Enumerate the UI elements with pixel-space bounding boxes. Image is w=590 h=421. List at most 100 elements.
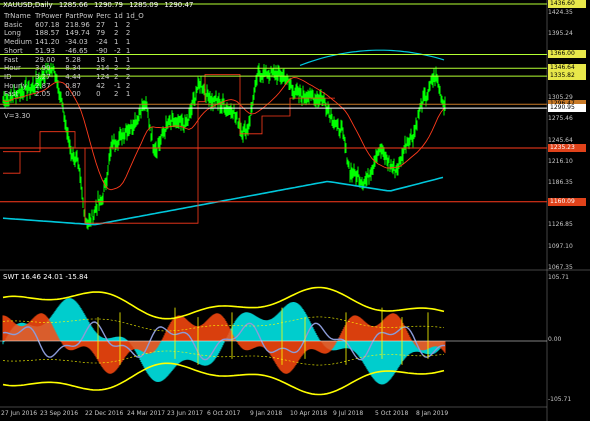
- table-cell: 214: [96, 64, 110, 73]
- close-value: 1290.47: [164, 1, 194, 9]
- date-label: 22 Dec 2016: [85, 410, 124, 417]
- level-tag: 1436.60: [548, 0, 586, 8]
- date-label: 6 Oct 2017: [207, 410, 241, 417]
- table-cell: -1: [113, 81, 121, 90]
- price-label: 1216.10: [548, 157, 573, 165]
- table-cell: 51.93: [35, 46, 56, 55]
- table-cell: 0.87: [65, 81, 81, 90]
- table-cell: 1: [125, 55, 131, 64]
- open-value: 1285.66: [58, 1, 88, 9]
- price-label: 1424.35: [548, 8, 573, 16]
- table-row: Medium 141.20 -34.03 -24 1 1: [4, 38, 147, 47]
- table-cell: 3.27: [35, 72, 51, 81]
- date-label: 24 Mar 2017: [127, 410, 166, 417]
- table-cell: Hour: [4, 64, 21, 73]
- table-row: Hourly 2.87 0.87 42 -1 2: [4, 82, 147, 91]
- table-cell: 2: [113, 29, 119, 38]
- table-cell: TrName: [4, 12, 31, 20]
- osc-min-label: -105.71: [548, 396, 572, 403]
- table-cell: 1: [125, 46, 131, 55]
- table-cell: Hourly: [4, 81, 27, 90]
- table-row: ID 3.27 4.44 124 2 2: [4, 73, 147, 82]
- table-cell: 2.05: [35, 90, 51, 99]
- table-cell: Short: [4, 46, 23, 55]
- table-cell: 2: [125, 64, 131, 73]
- table-cell: 2: [125, 72, 131, 81]
- table-cell: PartPow: [65, 12, 94, 20]
- level-tag: 1366.00: [548, 50, 586, 59]
- price-label: 1275.46: [548, 115, 573, 123]
- table-row: Fast 29.00 5.28 18 1 1: [4, 56, 147, 65]
- table-cell: Medium: [4, 38, 32, 47]
- table-cell: 149.74: [65, 29, 90, 38]
- table-cell: Perc: [96, 12, 111, 20]
- price-label: 1126.85: [548, 221, 573, 229]
- price-label: 1186.35: [548, 178, 573, 186]
- table-cell: 0: [96, 90, 101, 99]
- table-cell: Basic: [4, 20, 23, 29]
- table-cell: -2: [113, 46, 121, 55]
- oscillator-header: SWT 16.46 24.01 -15.84: [3, 273, 88, 281]
- table-cell: -46.65: [65, 46, 88, 55]
- table-cell: 8.34: [65, 64, 81, 73]
- table-cell: 1d_O: [125, 12, 144, 20]
- date-label: 23 Jun 2017: [167, 410, 204, 417]
- high-value: 1290.79: [94, 1, 123, 9]
- trend-power-table: TrName TrPower PartPow Perc 1d 1d_O Basic 607.1…: [4, 12, 147, 99]
- v-value: V=3.30: [4, 112, 31, 120]
- table-cell: 2: [125, 81, 131, 90]
- table-cell: -34.03: [65, 38, 88, 47]
- date-label: 10 Apr 2018: [290, 410, 328, 417]
- table-row: Basic 607.18 218.96 27 1 2: [4, 21, 147, 30]
- price-label: 1395.24: [548, 29, 573, 37]
- osc-zero-label: 0.00: [548, 336, 562, 343]
- table-cell: 29.00: [35, 55, 56, 64]
- level-tag: 1160.09: [548, 197, 586, 206]
- table-cell: 188.57: [35, 29, 60, 38]
- date-label: 8 Jan 2019: [416, 410, 449, 417]
- table-cell: -24: [96, 38, 108, 47]
- price-label: 1067.35: [548, 264, 573, 271]
- table-cell: 1: [125, 90, 131, 99]
- table-cell: 141.20: [35, 38, 60, 47]
- date-label: 9 Jan 2018: [250, 410, 283, 417]
- table-cell: 2.87: [35, 81, 51, 90]
- table-cell: 1: [113, 20, 119, 29]
- table-cell: 124: [96, 72, 110, 81]
- table-header-row: TrName TrPower PartPow Perc 1d 1d_O: [4, 12, 147, 21]
- level-tag: 1290.95: [548, 104, 586, 113]
- table-cell: 1: [125, 38, 131, 47]
- table-cell: 4.44: [65, 72, 81, 81]
- osc-max-label: 105.71: [548, 274, 569, 281]
- price-label: 1245.64: [548, 136, 573, 144]
- low-value: 1285.09: [129, 1, 159, 9]
- table-cell: 79: [96, 29, 106, 38]
- table-cell: 27: [96, 20, 106, 29]
- table-cell: 1: [113, 38, 119, 47]
- level-tag: 1235.23: [548, 143, 586, 152]
- chart-header: XAUUSD,Daily 1285.66 1290.79 1285.09 129…: [3, 1, 197, 9]
- table-cell: 18: [96, 55, 106, 64]
- table-row: Fast 2.05 0.00 0 2 1: [4, 90, 147, 99]
- table-cell: ID: [4, 72, 12, 81]
- table-cell: 1: [113, 55, 119, 64]
- level-tag: 1335.82: [548, 72, 586, 81]
- table-cell: TrPower: [35, 12, 63, 20]
- date-label: 5 Oct 2018: [375, 410, 409, 417]
- price-label: 1097.10: [548, 242, 573, 250]
- table-cell: 218.96: [65, 20, 90, 29]
- table-cell: 1d: [113, 12, 123, 20]
- table-row: Hour 3.90 8.34 214 2 2: [4, 64, 147, 73]
- date-label: 23 Sep 2016: [40, 410, 79, 417]
- table-cell: Fast: [4, 90, 19, 99]
- table-cell: 42: [96, 81, 106, 90]
- table-cell: 2: [113, 64, 119, 73]
- date-label: 9 Jul 2018: [333, 410, 364, 417]
- table-cell: 0.00: [65, 90, 81, 99]
- table-cell: 2: [125, 20, 131, 29]
- table-cell: 5.28: [65, 55, 81, 64]
- table-cell: 2: [125, 29, 131, 38]
- table-cell: Long: [4, 29, 21, 38]
- table-cell: -90: [96, 46, 108, 55]
- date-label: 27 Jun 2016: [1, 410, 38, 417]
